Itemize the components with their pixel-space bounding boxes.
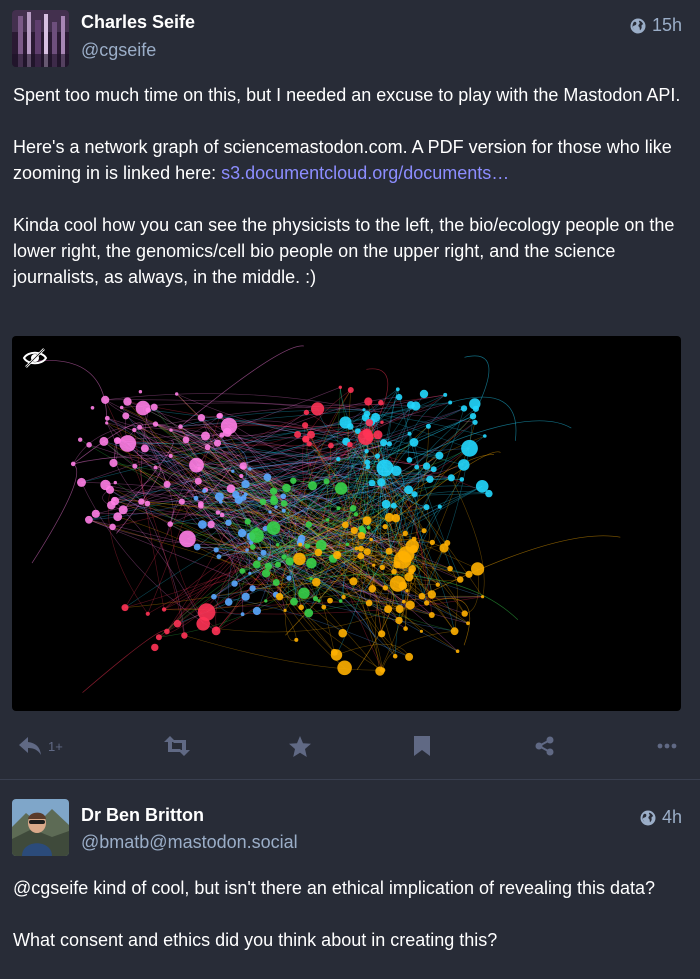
avatar-image — [12, 799, 69, 856]
network-graph-image[interactable] — [12, 336, 681, 711]
relative-time[interactable]: 15h — [652, 15, 682, 36]
status-content: @cgseife kind of cool, but isn't there a… — [13, 875, 683, 979]
paragraph: Here's a network graph of sciencemastodo… — [13, 134, 683, 186]
more-icon — [657, 743, 677, 749]
avatar[interactable] — [12, 799, 69, 856]
status-card[interactable]: Charles Seife @cgseife 15h Spent too muc… — [0, 0, 700, 780]
document-link[interactable]: s3.documentcloud.org/documents… — [221, 163, 509, 183]
reply-count: 1+ — [48, 738, 63, 754]
account-handle[interactable]: @bmatb@mastodon.social — [81, 832, 298, 853]
avatar-image — [12, 10, 69, 67]
paragraph: Kinda cool how you can see the physicist… — [13, 215, 675, 287]
share-button[interactable] — [535, 726, 555, 766]
bookmark-button[interactable] — [414, 726, 430, 766]
globe-icon — [630, 18, 646, 33]
account-handle[interactable]: @cgseife — [81, 40, 156, 61]
status-meta[interactable]: 15h — [630, 15, 682, 36]
boost-button[interactable] — [163, 726, 191, 766]
media-attachment[interactable] — [12, 336, 681, 711]
star-icon — [289, 735, 311, 757]
paragraph: Spent too much time on this, but I neede… — [13, 85, 681, 105]
share-icon — [535, 736, 554, 756]
boost-icon — [164, 736, 190, 756]
status-content: Spent too much time on this, but I neede… — [13, 82, 683, 316]
hide-media-button[interactable] — [22, 345, 48, 371]
status-action-bar: 1+ — [0, 726, 700, 766]
relative-time[interactable]: 4h — [662, 807, 682, 828]
status-meta[interactable]: 4h — [640, 807, 682, 828]
display-name[interactable]: Dr Ben Britton — [81, 805, 204, 826]
avatar[interactable] — [12, 10, 69, 67]
bookmark-icon — [414, 736, 430, 756]
status-card[interactable]: Dr Ben Britton @bmatb@mastodon.social 4h… — [0, 781, 700, 959]
reply-icon — [19, 737, 41, 755]
eye-slash-icon — [22, 348, 48, 368]
paragraph: @cgseife kind of cool, but isn't there a… — [13, 878, 656, 898]
reply-button[interactable]: 1+ — [18, 726, 63, 766]
more-button[interactable] — [657, 726, 677, 766]
display-name[interactable]: Charles Seife — [81, 12, 195, 33]
paragraph: What consent and ethics did you think ab… — [13, 930, 498, 950]
favourite-button[interactable] — [289, 726, 311, 766]
globe-icon — [640, 810, 656, 825]
